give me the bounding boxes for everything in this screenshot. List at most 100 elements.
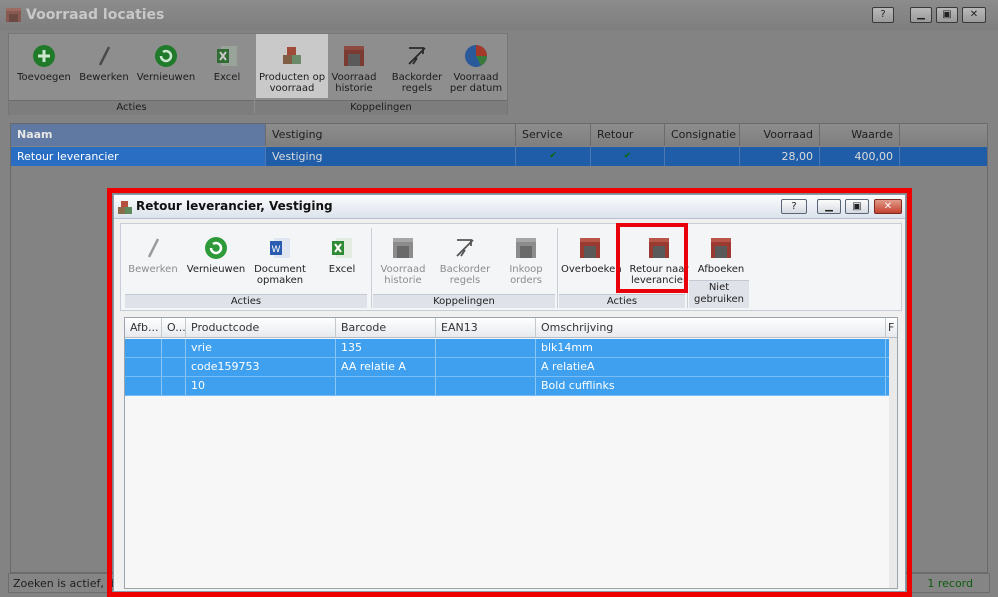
cell-o (162, 339, 186, 357)
table-row[interactable]: Retour leverancier Vestiging ✔ ✔ 28,00 4… (11, 147, 987, 166)
excel-button[interactable]: Excel (319, 224, 365, 292)
warehouse-icon (393, 238, 413, 258)
cell-o (162, 377, 186, 395)
refresh-icon (205, 237, 227, 259)
maximize-button[interactable]: ▣ (845, 199, 869, 214)
products-grid: Afb... O... Productcode Barcode EAN13 Om… (124, 317, 898, 589)
cell-productcode: vrie (186, 339, 336, 357)
column-consignatie[interactable]: Consignatie (665, 124, 740, 146)
cell-o (162, 358, 186, 376)
boxes-icon (118, 201, 132, 214)
dialog-title: Retour leverancier, Vestiging (136, 199, 333, 213)
table-row[interactable]: 10 Bold cufflinks In (125, 377, 897, 396)
warehouse-icon (649, 238, 669, 258)
edit-button[interactable]: Bewerken (79, 34, 129, 98)
retour-leverancier-dialog: Retour leverancier, Vestiging ? ▁ ▣ ✕ Be… (113, 194, 906, 592)
column-ean13[interactable]: EAN13 (436, 318, 536, 338)
backorder-icon (456, 239, 474, 257)
group-acties: Acties (9, 100, 254, 115)
stock-per-date-button[interactable]: Voorraad per datum (445, 34, 507, 98)
check-icon: ✔ (591, 147, 665, 166)
excel-icon (332, 238, 352, 258)
search-status-text: Zoeken is actief, dr (13, 577, 119, 590)
cell-consignatie (665, 147, 740, 166)
pencil-icon (98, 46, 111, 66)
warehouse-icon (516, 238, 536, 258)
cell-barcode (336, 377, 436, 395)
check-icon: ✔ (516, 147, 591, 166)
return-to-supplier-button[interactable]: Retour naar leverancier (623, 224, 695, 292)
cell-productcode: 10 (186, 377, 336, 395)
excel-icon (217, 46, 237, 66)
column-voorraad[interactable]: Voorraad (740, 124, 820, 146)
refresh-icon (155, 45, 177, 67)
cell-waarde: 400,00 (820, 147, 900, 166)
dialog-title-bar: Retour leverancier, Vestiging ? ▁ ▣ ✕ (114, 195, 905, 219)
refresh-button[interactable]: Vernieuwen (133, 34, 199, 98)
pie-chart-icon (465, 45, 487, 67)
column-retour-fabrikant[interactable]: Retour fabri... (591, 124, 665, 163)
column-o[interactable]: O... (162, 318, 186, 338)
cell-ean13 (436, 339, 536, 357)
help-button[interactable]: ? (781, 199, 807, 214)
group-koppelingen: Koppelingen (373, 294, 555, 308)
group-niet-gebruiken: Niet gebruiken (689, 280, 749, 308)
group-koppelingen: Koppelingen (255, 100, 507, 115)
column-omschrijving[interactable]: Omschrijving (536, 318, 886, 338)
group-acties-2: Acties (559, 294, 685, 308)
group-acties: Acties (125, 294, 367, 308)
backorder-lines-button[interactable]: Backorder regels (437, 224, 493, 292)
column-waarde[interactable]: Waarde (820, 124, 900, 146)
add-icon (33, 45, 55, 67)
column-afbeelding[interactable]: Afb... (125, 318, 162, 338)
cell-naam: Retour leverancier (11, 147, 266, 166)
cell-barcode: AA relatie A (336, 358, 436, 376)
word-icon: W (270, 238, 290, 258)
warehouse-icon (344, 46, 364, 66)
cell-vestiging: Vestiging (266, 147, 516, 166)
stock-history-button[interactable]: Voorraad historie (329, 34, 379, 98)
cell-voorraad: 28,00 (740, 147, 820, 166)
column-f[interactable]: F (886, 318, 897, 338)
table-row[interactable]: code159753 AA relatie A A relatieA L (125, 358, 897, 377)
close-button[interactable]: ✕ (874, 199, 902, 214)
record-count: 1 record (927, 577, 973, 590)
document-button[interactable]: W Document opmaken (251, 224, 309, 292)
close-button[interactable]: ✕ (962, 7, 986, 23)
vertical-scrollbar[interactable] (889, 338, 897, 588)
add-button[interactable]: Toevoegen (11, 34, 77, 98)
maximize-button[interactable]: ▣ (936, 7, 958, 23)
column-barcode[interactable]: Barcode (336, 318, 436, 338)
refresh-button[interactable]: Vernieuwen (185, 224, 247, 292)
background-title-bar: Voorraad locaties ? ▁ ▣ ✕ (0, 0, 998, 30)
grid-header: Afb... O... Productcode Barcode EAN13 Om… (125, 318, 897, 338)
cell-omschrijving: Bold cufflinks (536, 377, 886, 395)
cell-ean13 (436, 358, 536, 376)
backorder-lines-button[interactable]: Backorder regels (389, 34, 445, 98)
transfer-button[interactable]: Overboeken (561, 224, 622, 292)
pencil-icon (147, 238, 160, 258)
column-service[interactable]: Service (516, 124, 591, 146)
cell-productcode: code159753 (186, 358, 336, 376)
excel-button[interactable]: Excel (205, 34, 249, 98)
column-naam[interactable]: Naam (11, 124, 266, 146)
edit-button[interactable]: Bewerken (127, 224, 179, 292)
stock-history-button[interactable]: Voorraad historie (377, 224, 429, 292)
products-in-stock-button[interactable]: Producten op voorraad (256, 34, 328, 98)
minimize-button[interactable]: ▁ (817, 199, 841, 214)
column-vestiging[interactable]: Vestiging (266, 124, 516, 146)
warehouse-icon (580, 238, 600, 258)
backorder-icon (408, 47, 426, 65)
minimize-button[interactable]: ▁ (910, 7, 932, 23)
purchase-orders-button[interactable]: Inkoop orders (501, 224, 551, 292)
cell-afbeelding (125, 358, 162, 376)
help-button[interactable]: ? (872, 7, 894, 23)
table-row[interactable]: vrie 135 blk14mm L (125, 339, 897, 358)
cell-omschrijving: A relatieA (536, 358, 886, 376)
cell-ean13 (436, 377, 536, 395)
boxes-icon (283, 47, 301, 64)
column-productcode[interactable]: Productcode (186, 318, 336, 338)
grid-header: Naam Vestiging Service Retour fabri... C… (11, 124, 987, 163)
background-ribbon: Toevoegen Bewerken Vernieuwen Excel Prod… (8, 33, 508, 115)
svg-text:W: W (272, 245, 281, 255)
